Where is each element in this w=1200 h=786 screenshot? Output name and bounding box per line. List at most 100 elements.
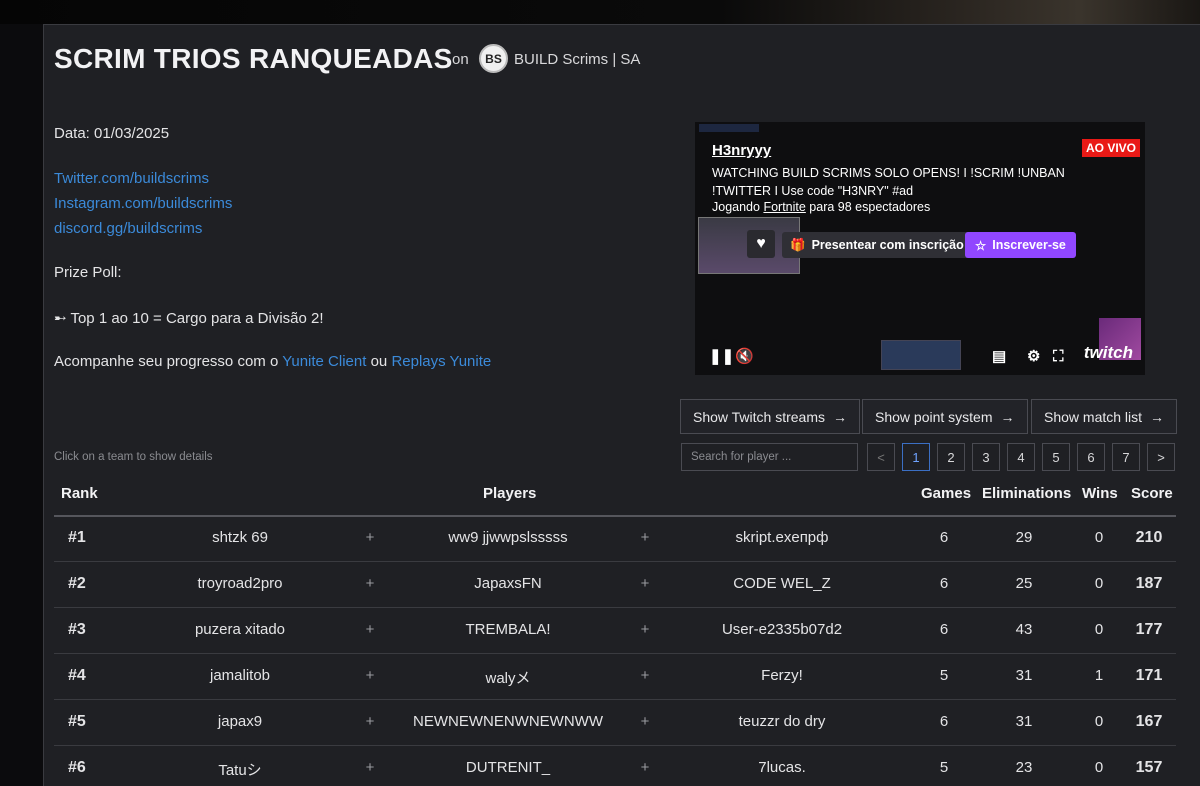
- team-games: 6: [939, 713, 949, 730]
- plus-icon: +: [365, 759, 375, 776]
- player-2: JapaxsFN: [474, 575, 542, 592]
- show-match-list-button[interactable]: Show match list →: [1031, 399, 1178, 434]
- page-2[interactable]: 2: [937, 443, 965, 471]
- scrim-panel: SCRIM TRIOS RANQUEADAS on BS BUILD Scrim…: [43, 24, 1200, 786]
- clip-icon[interactable]: ▤: [992, 347, 1006, 365]
- team-wins: 0: [1094, 529, 1104, 546]
- player-1: jamalitob: [209, 667, 271, 684]
- player-2: walyメ: [485, 670, 531, 687]
- scrim-date: Data: 01/03/2025: [54, 125, 170, 142]
- arrow-right-icon: →: [1000, 408, 1015, 425]
- player-search-input[interactable]: Search for player ...: [681, 443, 858, 471]
- plus-icon: +: [640, 759, 650, 776]
- header-games: Games: [921, 485, 972, 502]
- stream-overlay-strip: [699, 124, 759, 132]
- team-score: 210: [1135, 529, 1163, 546]
- plus-icon: +: [640, 529, 650, 546]
- team-rank: #5: [68, 713, 86, 730]
- plus-icon: +: [365, 529, 375, 546]
- instagram-link[interactable]: Instagram.com/buildscrims: [54, 195, 232, 212]
- player-1: japax9: [217, 713, 263, 730]
- team-wins: 0: [1094, 621, 1104, 638]
- subscribe-label: Inscrever-se: [992, 238, 1066, 252]
- show-twitch-streams-button[interactable]: Show Twitch streams →: [680, 399, 861, 434]
- team-eliminations: 31: [1015, 667, 1033, 684]
- show-point-system-label: Show point system: [875, 408, 993, 425]
- twitter-link[interactable]: Twitter.com/buildscrims: [54, 170, 209, 187]
- settings-gear-icon[interactable]: ⚙: [1027, 347, 1040, 365]
- stream-game-overlay: [881, 340, 961, 370]
- pagination-prev[interactable]: <: [867, 443, 895, 471]
- prize-line: ➸ Top 1 ao 10 = Cargo para a Divisão 2!: [54, 310, 324, 327]
- stream-playing: Jogando Fortnite para 98 espectadores: [712, 200, 930, 214]
- header-players: Players: [483, 485, 537, 502]
- pause-icon[interactable]: ❚❚: [709, 347, 734, 365]
- player-2: ww9 jjwwpslsssss: [448, 529, 568, 546]
- progress-mid: ou: [366, 353, 392, 370]
- arrow-right-icon: →: [1150, 408, 1165, 425]
- yunite-client-link[interactable]: Yunite Client: [282, 353, 366, 370]
- player-2: DUTRENIT_: [465, 759, 551, 776]
- org-name-link[interactable]: BUILD Scrims | SA: [514, 51, 640, 68]
- streamer-name-link[interactable]: H3nryyy: [712, 142, 771, 159]
- team-games: 6: [939, 621, 949, 638]
- table-row[interactable]: #3 puzera xitado + TREMBALA! + User-e2335b07d…: [54, 608, 1176, 654]
- team-rank: #3: [68, 621, 86, 638]
- show-point-system-button[interactable]: Show point system →: [862, 399, 1028, 434]
- twitch-embed[interactable]: H3nryyy AO VIVO WATCHING BUILD SCRIMS SO…: [695, 122, 1145, 375]
- team-wins: 0: [1094, 575, 1104, 592]
- player-3: skript.exeпрф: [735, 529, 829, 546]
- gift-sub-button[interactable]: 🎁 Presentear com inscrição: [782, 232, 972, 258]
- team-games: 5: [939, 667, 949, 684]
- page-3[interactable]: 3: [972, 443, 1000, 471]
- team-rank: #6: [68, 759, 86, 776]
- arrow-right-icon: →: [833, 408, 848, 425]
- page-4[interactable]: 4: [1007, 443, 1035, 471]
- table-row[interactable]: #5 japax9 + NEWNEWNENWNEWNWW + teuzzr do dry 6…: [54, 700, 1176, 746]
- player-3: User-e2335b07d2: [721, 621, 843, 638]
- pagination-next[interactable]: >: [1147, 443, 1175, 471]
- plus-icon: +: [640, 713, 650, 730]
- player-3: 7lucas.: [758, 759, 806, 776]
- discord-link[interactable]: discord.gg/buildscrims: [54, 220, 202, 237]
- table-row[interactable]: #1 shtzk 69 + ww9 jjwwpslsssss + skript.exeпр…: [54, 516, 1176, 562]
- player-2: TREMBALA!: [465, 621, 551, 638]
- plus-icon: +: [365, 575, 375, 592]
- page-6[interactable]: 6: [1077, 443, 1105, 471]
- gift-sub-label: Presentear com inscrição: [811, 238, 964, 252]
- table-row[interactable]: #6 Tatuシ + DUTRENIT_ +7lucas. 5 23 0 157: [54, 746, 1176, 786]
- player-1: puzera xitado: [194, 621, 286, 638]
- team-wins: 0: [1094, 759, 1104, 776]
- replays-yunite-link[interactable]: Replays Yunite: [391, 353, 491, 370]
- show-match-list-label: Show match list: [1044, 408, 1143, 425]
- org-logo-icon[interactable]: BS: [479, 44, 508, 73]
- player-3: Ferzy!: [761, 667, 803, 684]
- header-score: Score: [1131, 485, 1173, 502]
- game-link[interactable]: Fortnite: [763, 200, 805, 214]
- player-3: teuzzr do dry: [738, 713, 826, 730]
- page-7[interactable]: 7: [1112, 443, 1140, 471]
- subscribe-button[interactable]: ☆ Inscrever-se: [965, 232, 1076, 258]
- heart-icon[interactable]: ♥: [747, 230, 775, 258]
- plus-icon: +: [640, 621, 650, 638]
- team-wins: 0: [1094, 713, 1104, 730]
- table-row[interactable]: #4 jamalitob + walyメ + Ferzy! 5 31 1 171: [54, 654, 1176, 700]
- page-5[interactable]: 5: [1042, 443, 1070, 471]
- team-score: 167: [1135, 713, 1163, 730]
- top-bar: [0, 0, 1200, 24]
- gift-icon: 🎁: [790, 237, 806, 252]
- table-row[interactable]: #2 troyroad2pro + JapaxsFN + CODE WEL_Z 6 25 0 18…: [54, 562, 1176, 608]
- team-score: 187: [1135, 575, 1163, 592]
- page-1[interactable]: 1: [902, 443, 930, 471]
- player-3: CODE WEL_Z: [733, 575, 831, 592]
- team-rank: #4: [68, 667, 86, 684]
- team-score: 157: [1135, 759, 1163, 776]
- header-rank: Rank: [61, 485, 98, 502]
- twitch-logo[interactable]: twitch: [1084, 343, 1133, 363]
- plus-icon: +: [640, 575, 650, 592]
- playing-prefix: Jogando: [712, 200, 764, 214]
- fullscreen-icon[interactable]: ⛶: [1053, 348, 1064, 365]
- plus-icon: +: [640, 667, 650, 684]
- prize-label: Prize Poll:: [54, 264, 122, 281]
- mute-icon[interactable]: 🔇: [735, 347, 754, 365]
